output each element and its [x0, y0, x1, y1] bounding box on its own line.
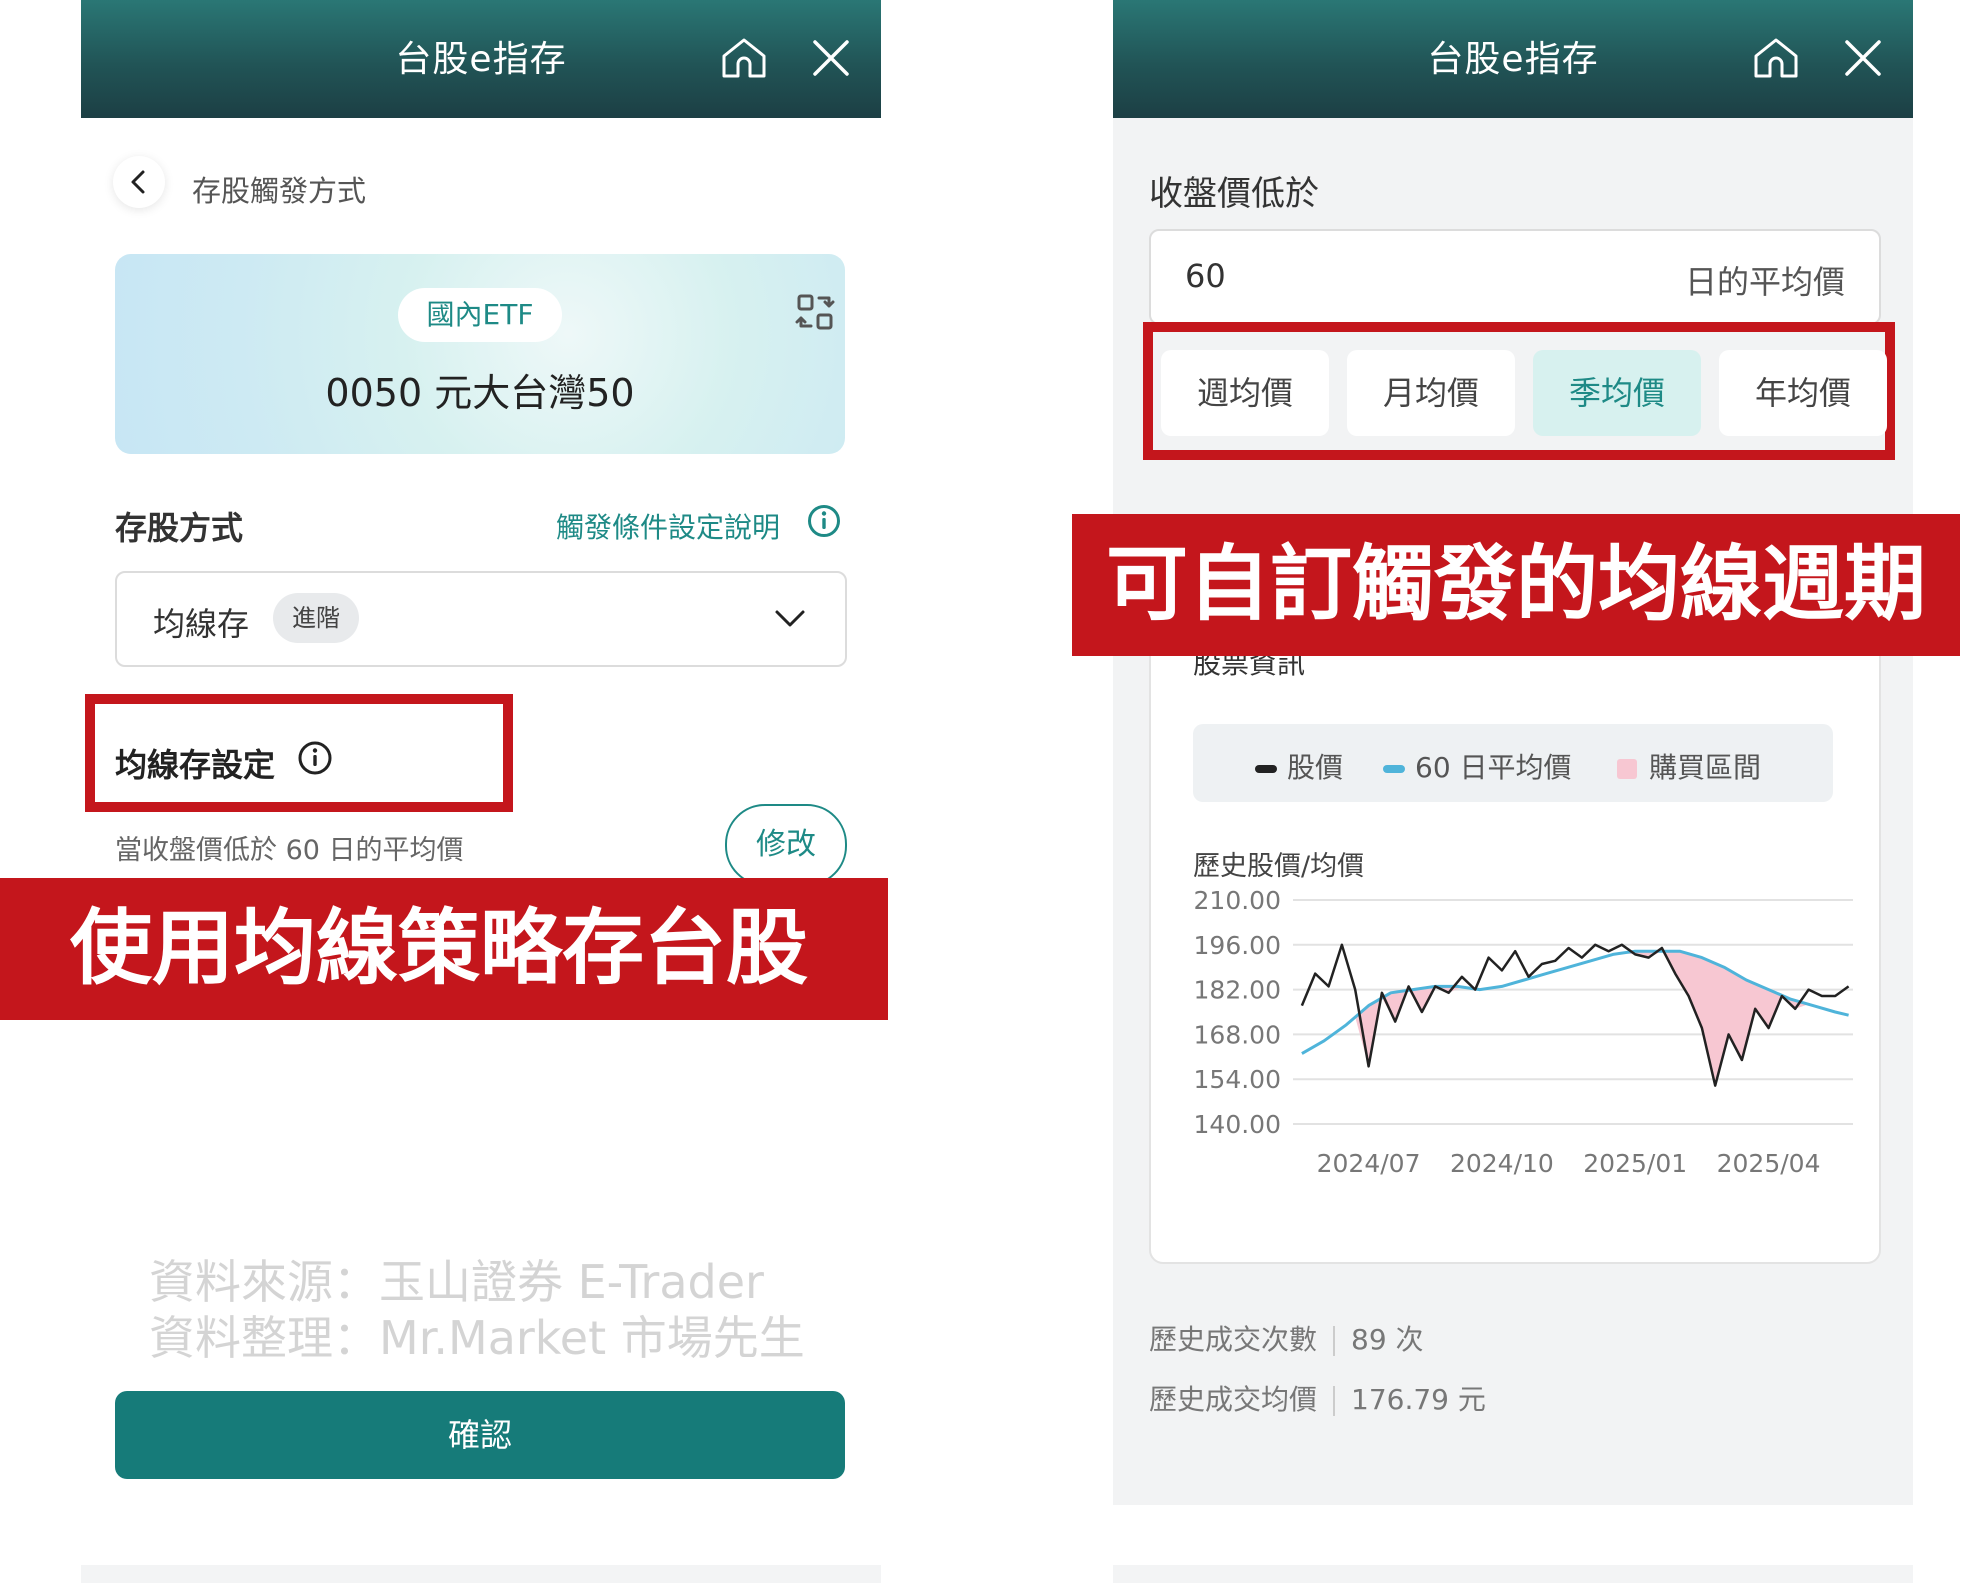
compiler-text: 資料整理：Mr.Market 市場先生: [149, 1311, 805, 1365]
legend-swatch-price: [1255, 765, 1277, 773]
stat-label: 歷史成交均價: [1149, 1383, 1318, 1416]
home-icon[interactable]: [720, 36, 768, 80]
stat-value: 89 次: [1351, 1323, 1424, 1356]
left-caption-banner: 使用均線策略存台股: [0, 878, 888, 1020]
legend-label: 股價: [1287, 751, 1344, 784]
legend-swatch-ma: [1383, 765, 1405, 773]
condition-label: 收盤價低於: [1149, 174, 1319, 214]
y-tick-label: 168.00: [1194, 1020, 1281, 1049]
legend-price: 股價: [1255, 746, 1343, 786]
legend-buy: 購買區間: [1617, 746, 1761, 786]
x-tick-label: 2025/01: [1583, 1149, 1687, 1178]
method-label: 存股方式: [115, 509, 244, 547]
stock-card: 國內ETF 0050 元大台灣50: [115, 254, 845, 454]
right-caption-banner: 可自訂觸發的均線週期: [1072, 514, 1960, 656]
chart-title: 歷史股價/均價: [1193, 851, 1365, 882]
back-button[interactable]: [113, 156, 165, 208]
right-bottom-strip: [1113, 1565, 1913, 1583]
y-tick-label: 210.00: [1194, 890, 1281, 915]
period-input[interactable]: 60 日的平均價: [1149, 229, 1881, 325]
x-tick-label: 2025/04: [1717, 1149, 1821, 1178]
period-value: 60: [1185, 257, 1226, 295]
swap-stock-icon[interactable]: [795, 292, 835, 332]
x-tick-label: 2024/07: [1317, 1149, 1421, 1178]
chart-legend: 股價 60 日平均價 購買區間: [1193, 724, 1833, 802]
chevron-down-icon: [775, 610, 805, 627]
etf-badge: 國內ETF: [398, 288, 562, 342]
stat-avg-price: 歷史成交均價 176.79 元: [1149, 1378, 1486, 1418]
chevron-left-icon: [131, 170, 145, 194]
y-tick-label: 182.00: [1194, 976, 1281, 1005]
y-tick-label: 154.00: [1194, 1065, 1281, 1094]
setting-title: 均線存設定: [115, 746, 276, 784]
x-tick-label: 2024/10: [1450, 1149, 1554, 1178]
legend-swatch-buy: [1617, 759, 1637, 779]
edit-button[interactable]: 修改: [725, 804, 847, 886]
advanced-badge: 進階: [273, 593, 359, 643]
breadcrumb: 存股觸發方式: [192, 174, 367, 208]
info-icon[interactable]: [807, 504, 841, 538]
stock-info-card: 股票資訊 股價 60 日平均價 購買區間 歷史股價/均價 210.00 196.0…: [1149, 620, 1881, 1264]
tab-quarterly[interactable]: 季均價: [1533, 350, 1701, 436]
app-header: 台股e指存: [1113, 0, 1913, 118]
right-phone-screen: 台股e指存 收盤價低於 60 日的平均價 週均價 月均價 季均價 年均價 股票資…: [1113, 0, 1913, 1505]
legend-label: 購買區間: [1649, 751, 1762, 784]
legend-label: 60 日平均價: [1415, 751, 1572, 784]
buy-zone-area: [1301, 951, 1849, 1086]
stat-label: 歷史成交次數: [1149, 1323, 1318, 1356]
method-select[interactable]: 均線存 進階: [115, 571, 847, 667]
period-unit: 日的平均價: [1684, 263, 1845, 301]
home-icon[interactable]: [1752, 36, 1800, 80]
stock-name: 0050 元大台灣50: [325, 371, 635, 415]
price-chart: 210.00 196.00 182.00 168.00 154.00 140.00 2024…: [1194, 890, 1853, 1178]
info-icon[interactable]: [297, 740, 333, 776]
left-bottom-strip: [81, 1565, 881, 1583]
y-tick-label: 140.00: [1194, 1110, 1281, 1139]
close-icon[interactable]: [811, 38, 851, 78]
legend-ma: 60 日平均價: [1383, 746, 1572, 786]
tab-monthly[interactable]: 月均價: [1347, 350, 1515, 436]
setting-description: 當收盤價低於 60 日的平均價: [115, 835, 464, 866]
tab-weekly[interactable]: 週均價: [1161, 350, 1329, 436]
left-phone-screen: 台股e指存 存股觸發方式 國內ETF 0050 元大台灣50 存股方式 觸發條件…: [81, 0, 881, 1505]
help-link[interactable]: 觸發條件設定說明: [556, 506, 780, 546]
close-icon[interactable]: [1843, 38, 1883, 78]
method-value: 均線存: [153, 605, 250, 643]
tab-yearly[interactable]: 年均價: [1719, 350, 1887, 436]
y-tick-label: 196.00: [1194, 931, 1281, 960]
app-header: 台股e指存: [81, 0, 881, 118]
stat-value: 176.79 元: [1351, 1383, 1486, 1416]
confirm-button[interactable]: 確認: [115, 1391, 845, 1479]
period-tabs: 週均價 月均價 季均價 年均價: [1161, 350, 1887, 436]
stat-trade-count: 歷史成交次數 89 次: [1149, 1318, 1424, 1358]
